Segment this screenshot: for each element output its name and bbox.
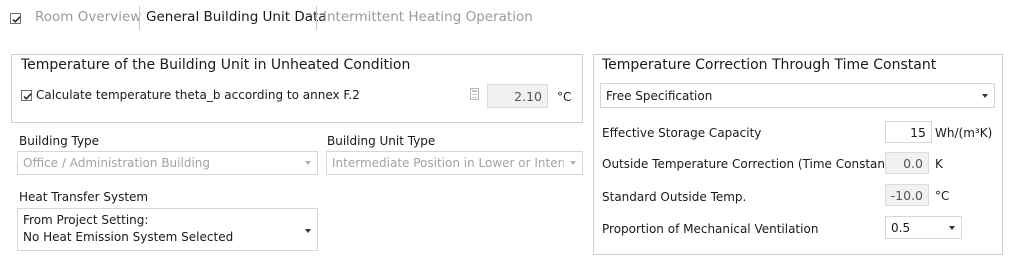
building-unit-type-value: Intermediate Position in Lower or Interm (332, 156, 564, 170)
tab-separator (316, 6, 317, 30)
tab-separator (139, 6, 140, 30)
mechanical-ventilation-select[interactable]: 0.5 (885, 216, 962, 239)
tab-strip-checkbox[interactable] (10, 13, 21, 24)
theta-b-value-field: 2.10 (487, 84, 548, 108)
time-constant-mode-value: Free Specification (606, 88, 713, 103)
outside-temp-correction-field: 0.0 (885, 152, 929, 174)
calc-theta-b-checkbox[interactable] (21, 90, 32, 101)
outside-temp-correction-unit: K (935, 157, 943, 171)
storage-capacity-label: Effective Storage Capacity (602, 126, 762, 140)
tab-room-overview[interactable]: Room Overview (35, 9, 141, 25)
chevron-down-icon (570, 161, 576, 165)
storage-capacity-input[interactable]: 15 (885, 121, 932, 143)
mechanical-ventilation-value: 0.5 (891, 220, 911, 235)
building-unit-type-label: Building Unit Type (327, 134, 436, 148)
theta-b-unit: °C (557, 90, 572, 104)
standard-outside-temp-label: Standard Outside Temp. (602, 190, 747, 204)
building-type-label: Building Type (19, 134, 100, 148)
outside-temp-correction-value: 0.0 (903, 155, 923, 171)
building-unit-type-select[interactable]: Intermediate Position in Lower or Interm (326, 151, 583, 175)
tab-intermittent-heating-operation[interactable]: Intermittent Heating Operation (323, 9, 533, 25)
heat-transfer-select[interactable]: From Project Setting: No Heat Emission S… (17, 208, 318, 251)
heat-transfer-label: Heat Transfer System (19, 190, 149, 204)
standard-outside-temp-value: -10.0 (890, 187, 923, 203)
heat-transfer-line1: From Project Setting: (23, 213, 149, 227)
calculator-icon[interactable] (470, 88, 479, 100)
theta-b-value: 2.10 (514, 88, 542, 104)
mechanical-ventilation-label: Proportion of Mechanical Ventilation (602, 222, 819, 236)
chevron-down-icon (305, 229, 311, 233)
standard-outside-temp-unit: °C (935, 189, 950, 203)
standard-outside-temp-field: -10.0 (885, 184, 929, 206)
building-type-select[interactable]: Office / Administration Building (17, 151, 318, 175)
chevron-down-icon (949, 225, 955, 230)
calc-theta-b-label[interactable]: Calculate temperature theta_b according … (36, 88, 360, 102)
chevron-down-icon (305, 161, 311, 165)
time-constant-mode-select[interactable]: Free Specification (600, 83, 995, 108)
storage-capacity-unit: Wh/(m³K) (935, 126, 993, 140)
unheated-condition-title: Temperature of the Building Unit in Unhe… (21, 57, 411, 73)
storage-capacity-value: 15 (910, 124, 926, 140)
chevron-down-icon (982, 93, 988, 98)
building-type-value: Office / Administration Building (23, 156, 211, 170)
checkmark-icon (23, 93, 32, 100)
heat-transfer-line2: No Heat Emission System Selected (23, 230, 234, 244)
time-constant-title: Temperature Correction Through Time Cons… (602, 57, 937, 73)
outside-temp-correction-label: Outside Temperature Correction (Time Con… (602, 157, 895, 171)
checkmark-icon (12, 16, 21, 23)
tab-general-building-unit-data[interactable]: General Building Unit Data (146, 9, 327, 25)
